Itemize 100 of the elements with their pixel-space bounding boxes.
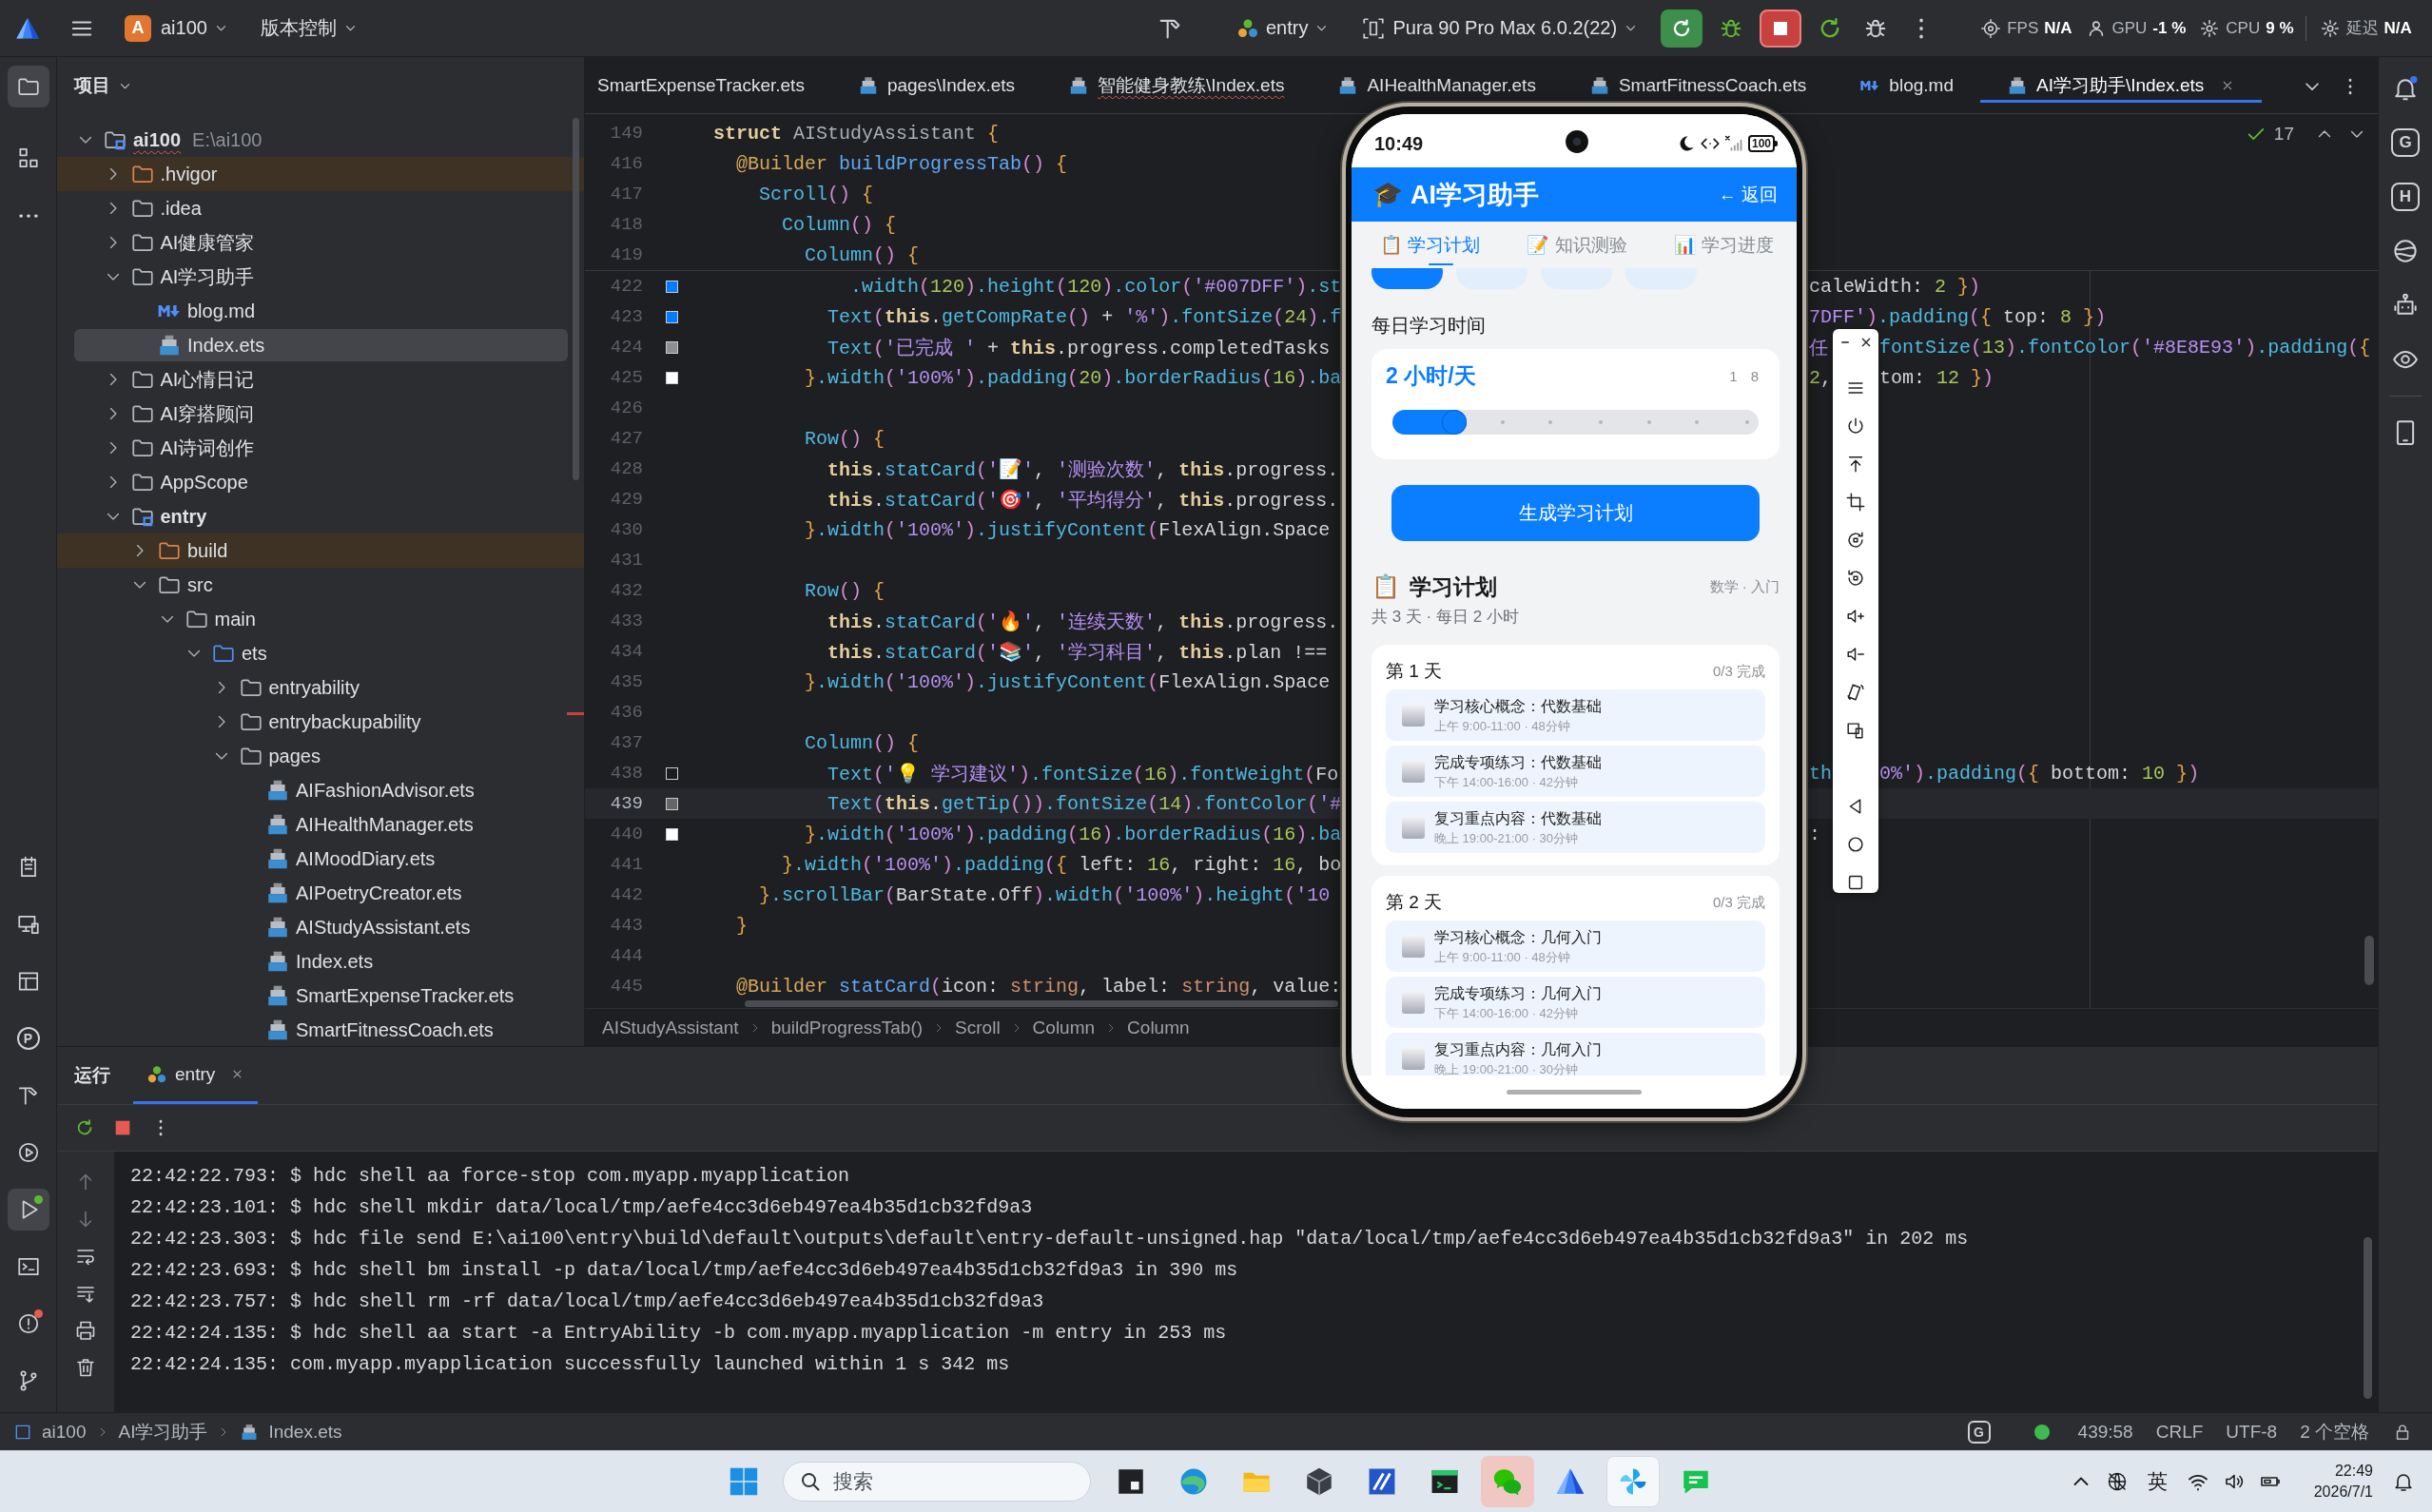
color-swatch-icon[interactable] [665, 340, 678, 354]
print-icon[interactable] [74, 1319, 97, 1342]
search-field[interactable]: 搜索 [833, 1465, 1077, 1498]
editor-tab[interactable]: AI学习助手\Index.ets [1979, 70, 2263, 103]
checkbox[interactable] [1402, 704, 1425, 727]
tree-item[interactable]: AppScope [57, 465, 584, 499]
editor-tab[interactable]: SmartExpenseTracker.ets [585, 70, 831, 103]
clock-time[interactable]: 22:49 [2334, 1461, 2373, 1482]
tool-window-button[interactable]: P [7, 1018, 49, 1059]
tree-item[interactable]: .idea [57, 191, 584, 225]
task-item[interactable]: 复习重点内容：几何入门 晚上 19:00-21:00 · 30分钟 [1386, 1033, 1765, 1076]
tree-item[interactable]: AI诗词创作 [57, 431, 584, 465]
tree-item[interactable]: build [57, 533, 584, 568]
tree-item[interactable]: AI学习助手 [57, 260, 584, 294]
tool-window-button[interactable] [7, 1189, 49, 1231]
tree-item[interactable]: SmartFitnessCoach.ets [57, 1013, 584, 1046]
power-icon[interactable] [1845, 416, 1866, 436]
path-segment[interactable]: Index.ets [268, 1421, 342, 1443]
editor-tab[interactable]: 智能健身教练\Index.ets [1041, 70, 1312, 103]
path-segment[interactable]: ai100 [42, 1421, 87, 1443]
clock-date[interactable]: 2026/7/1 [2313, 1482, 2373, 1502]
tree-item[interactable]: entry [57, 499, 584, 533]
tree-item[interactable]: AIPoetryCreator.ets [57, 876, 584, 910]
letter-glyph[interactable]: H [2391, 183, 2420, 211]
target-icon[interactable] [1980, 17, 2002, 39]
tree-item[interactable]: entryability [57, 670, 584, 705]
run-button[interactable] [1661, 9, 1703, 48]
slider-track[interactable] [1392, 410, 1759, 435]
tool-window-button[interactable] [7, 66, 49, 107]
color-swatch-icon[interactable] [665, 371, 678, 384]
color-swatch-icon[interactable] [665, 310, 678, 323]
run-tab[interactable]: entry [133, 1047, 259, 1104]
path-segment[interactable]: AI学习助手 [118, 1419, 208, 1444]
search-box[interactable]: 搜索 [783, 1462, 1091, 1502]
tree-item[interactable]: src [57, 568, 584, 602]
tree-item[interactable]: AI心情日记 [57, 362, 584, 397]
tree-item[interactable]: AIMoodDiary.ets [57, 842, 584, 876]
task-item[interactable]: 完成专项练习：代数基础 下午 14:00-16:00 · 42分钟 [1386, 746, 1765, 797]
crop-icon[interactable] [1845, 492, 1866, 513]
search-icon[interactable] [799, 1470, 822, 1493]
indent-setting[interactable]: 2 个空格 [2300, 1419, 2369, 1444]
project-view-dropdown[interactable]: 项目 [68, 69, 138, 102]
breadcrumb-item[interactable]: Column [1032, 1017, 1096, 1038]
checkbox[interactable] [1402, 1047, 1425, 1070]
file-encoding[interactable]: UTF-8 [2226, 1421, 2278, 1443]
vcs-dropdown[interactable]: 版本控制 [254, 11, 363, 45]
checkbox[interactable] [1402, 935, 1425, 958]
breadcrumb-item[interactable]: buildProgressTab() [770, 1017, 924, 1038]
editor-tab[interactable]: blog.md [1833, 70, 1980, 103]
editor-tab[interactable]: AIHealthManager.ets [1311, 70, 1563, 103]
globe-icon[interactable] [2391, 237, 2420, 265]
rotate-clockwise-icon[interactable] [1845, 530, 1866, 551]
color-swatch-icon[interactable] [665, 280, 678, 293]
tree-item[interactable]: pages [57, 739, 584, 773]
overlapping-screens-icon[interactable] [1845, 720, 1866, 741]
tree-item[interactable]: Index.ets [57, 328, 584, 362]
task-item[interactable]: 复习重点内容：代数基础 晚上 19:00-21:00 · 30分钟 [1386, 802, 1765, 853]
checkbox[interactable] [1402, 816, 1425, 839]
scrollbar-thumb[interactable] [573, 118, 579, 480]
tree-item[interactable]: main [57, 602, 584, 636]
letter-glyph[interactable]: G [1967, 1420, 1991, 1444]
color-swatch-icon[interactable] [665, 797, 678, 810]
color-swatch-icon[interactable] [665, 766, 678, 780]
tree-item[interactable]: SmartExpenseTracker.ets [57, 979, 584, 1013]
device-icon[interactable] [1361, 15, 1387, 41]
cursor-position[interactable]: 439:58 [2077, 1421, 2133, 1443]
slider-thumb[interactable] [1443, 411, 1467, 434]
task-item[interactable]: 学习核心概念：几何入门 上午 9:00-11:00 · 48分钟 [1386, 921, 1765, 972]
input-method[interactable]: 英 [2147, 1468, 2168, 1495]
scrollbar-thumb[interactable] [2364, 1237, 2372, 1399]
app-tab[interactable]: 📋 学习计划 [1380, 222, 1481, 268]
status-dot-icon[interactable] [2033, 1424, 2050, 1440]
gear-icon[interactable] [2319, 17, 2341, 39]
run-config-dropdown[interactable]: entry [1231, 12, 1335, 44]
windows-logo-icon[interactable] [728, 1465, 760, 1498]
tree-item[interactable]: AI穿搭顾问 [57, 397, 584, 431]
letter-glyph[interactable]: G [2391, 128, 2420, 157]
tree-item[interactable]: ai100 E:\ai100 [57, 123, 584, 157]
tree-item[interactable]: Index.ets [57, 944, 584, 979]
scrollbar-thumb[interactable] [745, 1000, 1338, 1007]
inspection-count[interactable]: 17 [2273, 124, 2294, 145]
breadcrumb-item[interactable]: Scroll [955, 1017, 1001, 1038]
back-button[interactable]: ← 返回 [1718, 182, 1778, 207]
color-swatch-icon[interactable] [665, 827, 678, 841]
rotate-counterclockwise-icon[interactable] [1845, 568, 1866, 589]
rotate-device-icon[interactable] [1845, 682, 1866, 703]
generate-plan-button[interactable]: 生成学习计划 [1391, 485, 1760, 541]
stop-button[interactable] [1760, 9, 1802, 48]
task-item[interactable]: 学习核心概念：代数基础 上午 9:00-11:00 · 48分钟 [1386, 689, 1765, 741]
tree-item[interactable]: AIFashionAdvisor.ets [57, 773, 584, 807]
scrollbar-thumb[interactable] [2364, 936, 2374, 985]
tree-item[interactable]: entrybackupability [57, 705, 584, 739]
tree-item[interactable]: .hvigor [57, 157, 584, 191]
editor-tab[interactable]: pages\Index.ets [830, 70, 1042, 103]
gear-icon[interactable] [2199, 17, 2221, 39]
tree-item[interactable]: blog.md [57, 294, 584, 328]
checkbox[interactable] [1402, 991, 1425, 1014]
line-ending[interactable]: CRLF [2155, 1421, 2204, 1443]
project-dropdown[interactable]: ai100 [155, 13, 234, 43]
trash-icon[interactable] [74, 1356, 97, 1379]
